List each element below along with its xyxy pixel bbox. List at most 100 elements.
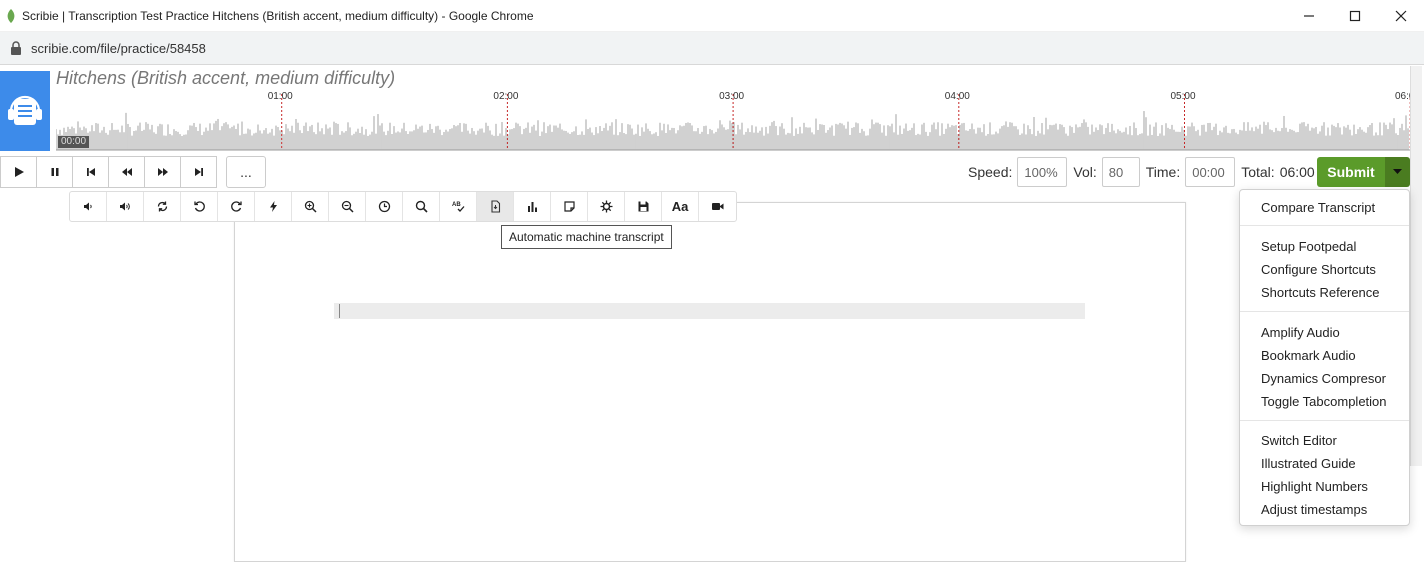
minimize-icon bbox=[1304, 15, 1314, 17]
skip-end-button[interactable] bbox=[180, 156, 217, 188]
volume-up-icon bbox=[119, 202, 130, 211]
maximize-icon bbox=[1349, 10, 1361, 22]
forward-seconds-button[interactable] bbox=[218, 192, 255, 221]
submit-dropdown-toggle[interactable] bbox=[1385, 157, 1410, 187]
current-time-badge: 00:00 bbox=[58, 136, 90, 148]
tooltip: Automatic machine transcript bbox=[501, 225, 672, 249]
menu-item-compare-transcript[interactable]: Compare Transcript bbox=[1261, 200, 1375, 215]
time-label: Time: bbox=[1145, 164, 1181, 180]
play-icon bbox=[14, 167, 24, 177]
close-window-button[interactable] bbox=[1378, 0, 1424, 32]
rewind-icon bbox=[121, 168, 132, 176]
menu-item-shortcuts-reference[interactable]: Shortcuts Reference bbox=[1261, 285, 1380, 300]
skip-start-icon bbox=[86, 168, 95, 176]
submit-dropdown-menu: Compare Transcript Setup Footpedal Confi… bbox=[1239, 189, 1410, 526]
more-button[interactable]: ... bbox=[226, 156, 266, 188]
machine-transcript-icon bbox=[490, 200, 500, 213]
browser-title-bar: Scribie | Transcription Test Practice Hi… bbox=[0, 0, 1424, 32]
statistics-button[interactable] bbox=[514, 192, 551, 221]
timeline-tick-label: 04:00 bbox=[944, 91, 970, 102]
video-icon bbox=[712, 203, 724, 210]
play-button[interactable] bbox=[0, 156, 37, 188]
save-button[interactable] bbox=[625, 192, 662, 221]
font-button[interactable]: Aa bbox=[662, 192, 699, 221]
spellcheck-icon: AB bbox=[452, 202, 464, 212]
fast-forward-icon bbox=[157, 168, 168, 176]
fast-forward-button[interactable] bbox=[144, 156, 181, 188]
address-bar[interactable]: scribie.com/file/practice/58458 bbox=[0, 32, 1424, 65]
rewind-button[interactable] bbox=[108, 156, 145, 188]
clock-icon bbox=[378, 200, 390, 213]
video-button[interactable] bbox=[699, 192, 736, 221]
machine-transcript-button[interactable] bbox=[477, 192, 514, 221]
zoom-out-button[interactable] bbox=[329, 192, 366, 221]
notes-button[interactable] bbox=[551, 192, 588, 221]
pause-icon bbox=[51, 168, 58, 176]
save-icon bbox=[638, 201, 648, 212]
total-label: Total: bbox=[1241, 164, 1275, 180]
menu-item-toggle-tabcompletion[interactable]: Toggle Tabcompletion bbox=[1261, 394, 1387, 409]
menu-item-illustrated-guide[interactable]: Illustrated Guide bbox=[1261, 456, 1356, 471]
file-title: Hitchens (British accent, medium difficu… bbox=[56, 68, 396, 88]
rewind-seconds-icon bbox=[193, 201, 205, 212]
loop-button[interactable] bbox=[144, 192, 181, 221]
volume-down-button[interactable] bbox=[70, 192, 107, 221]
timeline-tick-label: 02:00 bbox=[493, 91, 519, 102]
menu-item-adjust-timestamps[interactable]: Adjust timestamps bbox=[1261, 502, 1367, 517]
volume-down-icon bbox=[83, 202, 92, 211]
menu-divider bbox=[1240, 420, 1409, 421]
transcript-document[interactable] bbox=[234, 202, 1186, 562]
font-icon: Aa bbox=[671, 199, 689, 214]
search-button[interactable] bbox=[403, 192, 440, 221]
timeline-tick-label: 03:00 bbox=[719, 91, 745, 102]
timeline-tick-label: 01:00 bbox=[267, 91, 293, 102]
settings-button[interactable] bbox=[588, 192, 625, 221]
settings-icon bbox=[600, 200, 612, 213]
total-value: 06:00 bbox=[1279, 164, 1315, 180]
zoom-in-button[interactable] bbox=[292, 192, 329, 221]
menu-item-dynamics-compresor[interactable]: Dynamics Compresor bbox=[1261, 371, 1386, 386]
time-input[interactable] bbox=[1185, 157, 1236, 187]
scribie-favicon-icon bbox=[7, 8, 15, 23]
rewind-seconds-button[interactable] bbox=[181, 192, 218, 221]
vertical-scrollbar[interactable] bbox=[1410, 66, 1422, 466]
loop-icon bbox=[157, 201, 167, 212]
speed-input[interactable] bbox=[1017, 157, 1068, 187]
headset-transcript-icon bbox=[8, 95, 42, 125]
svg-text:AB: AB bbox=[452, 202, 461, 208]
menu-item-bookmark-audio[interactable]: Bookmark Audio bbox=[1261, 348, 1356, 363]
text-cursor bbox=[339, 304, 340, 318]
volume-label: Vol: bbox=[1073, 164, 1097, 180]
menu-item-configure-shortcuts[interactable]: Configure Shortcuts bbox=[1261, 262, 1376, 277]
speed-label: Speed: bbox=[968, 164, 1013, 180]
bar-chart-icon bbox=[527, 202, 537, 212]
url-text: scribie.com/file/practice/58458 bbox=[31, 40, 206, 56]
skip-start-button[interactable] bbox=[72, 156, 109, 188]
pause-button[interactable] bbox=[36, 156, 73, 188]
spellcheck-button[interactable]: AB bbox=[440, 192, 477, 221]
volume-input[interactable] bbox=[1101, 157, 1140, 187]
caret-down-icon bbox=[1393, 169, 1402, 174]
menu-item-switch-editor[interactable]: Switch Editor bbox=[1261, 433, 1337, 448]
lightning-icon bbox=[269, 201, 277, 212]
minimize-button[interactable] bbox=[1286, 0, 1332, 32]
window-title: Scribie | Transcription Test Practice Hi… bbox=[22, 8, 534, 23]
volume-up-button[interactable] bbox=[107, 192, 144, 221]
menu-divider bbox=[1240, 225, 1409, 226]
menu-item-highlight-numbers[interactable]: Highlight Numbers bbox=[1261, 479, 1368, 494]
close-icon bbox=[1395, 10, 1407, 22]
submit-button[interactable]: Submit bbox=[1317, 157, 1385, 187]
note-icon bbox=[563, 201, 575, 212]
zoom-in-icon bbox=[304, 200, 317, 213]
menu-item-amplify-audio[interactable]: Amplify Audio bbox=[1261, 325, 1340, 340]
scribie-logo bbox=[0, 71, 50, 151]
transcript-text-line[interactable] bbox=[334, 303, 1085, 319]
timestamp-button[interactable] bbox=[366, 192, 403, 221]
forward-seconds-icon bbox=[230, 201, 242, 212]
menu-item-setup-footpedal[interactable]: Setup Footpedal bbox=[1261, 239, 1356, 254]
lock-icon bbox=[11, 41, 21, 55]
maximize-button[interactable] bbox=[1332, 0, 1378, 32]
editor-toolbar: AB Aa bbox=[69, 191, 737, 222]
lightning-button[interactable] bbox=[255, 192, 292, 221]
transport-controls: ... bbox=[0, 156, 266, 188]
